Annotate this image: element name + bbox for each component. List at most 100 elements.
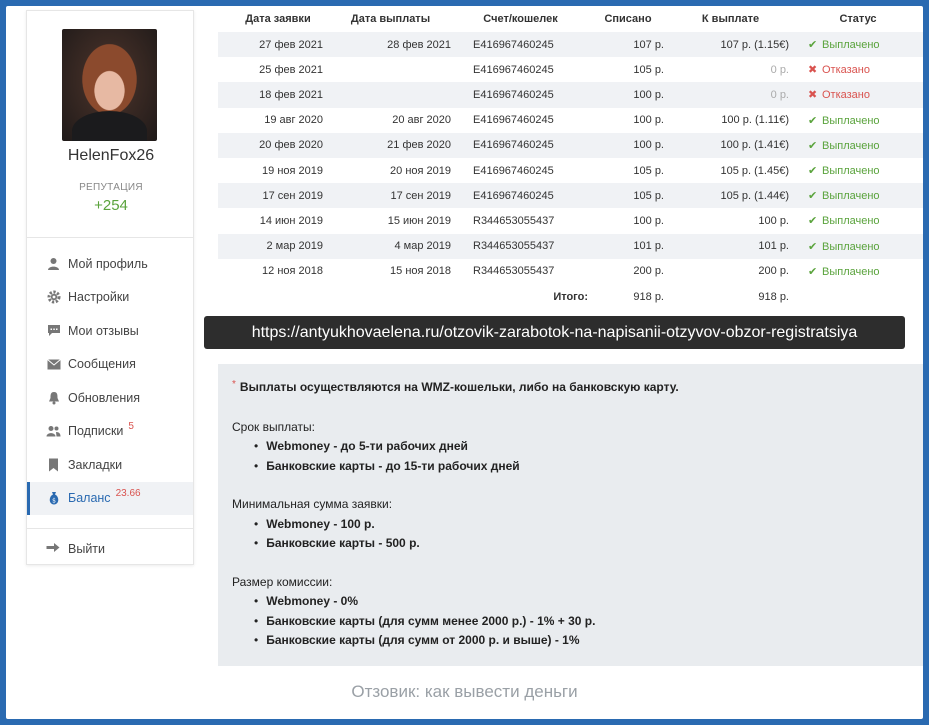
payout-cell: 100 р. (1.11€) — [721, 114, 789, 127]
payout-info-box: * Выплаты осуществляются на WMZ-кошельки,… — [218, 364, 923, 666]
checkmark-icon: ✔ — [808, 139, 818, 152]
wallet-cell: E416967460245 — [473, 38, 554, 51]
sidebar-item-label: Закладки — [68, 457, 123, 472]
charged-cell: 100 р. — [633, 214, 664, 227]
payout-term-block: Срок выплаты: Webmoney - до 5-ти рабочих… — [232, 418, 909, 477]
arrow-right-icon — [46, 541, 61, 556]
status-label: Выплачено — [822, 139, 880, 152]
sidebar-item-profile[interactable]: Мой профиль — [27, 247, 193, 281]
logout-link[interactable]: Выйти — [46, 541, 105, 556]
request-date-cell: 14 июн 2019 — [259, 214, 323, 227]
checkmark-icon: ✔ — [808, 190, 818, 203]
charged-cell: 100 р. — [633, 88, 664, 101]
status-label: Отказано — [822, 64, 870, 77]
checkmark-icon: ✔ — [808, 39, 818, 52]
bookmark-icon — [46, 457, 61, 472]
request-date-cell: 25 фев 2021 — [259, 63, 323, 76]
request-date-cell: 27 фев 2021 — [259, 38, 323, 51]
column-header-status: Статус — [839, 13, 877, 25]
payout-date-cell: 20 ноя 2019 — [390, 164, 451, 177]
sidebar-item-updates[interactable]: Обновления — [27, 381, 193, 415]
checkmark-icon: ✔ — [808, 114, 818, 127]
charged-cell: 200 р. — [633, 265, 664, 278]
cross-icon: ✖ — [808, 64, 818, 77]
payout-date-cell: 17 сен 2019 — [390, 189, 451, 202]
wallet-cell: E416967460245 — [473, 63, 554, 76]
table-row: 18 фев 2021 E416967460245 100 р. 0 р. ✖ Отказ… — [218, 82, 923, 108]
column-header-wallet: Счет/кошелек — [483, 13, 558, 25]
sidebar-item-subscriptions[interactable]: Подписки 5 — [27, 415, 193, 449]
charged-cell: 105 р. — [633, 164, 664, 177]
status-cell: ✔ Выплачено — [789, 189, 923, 202]
status-label: Выплачено — [822, 190, 880, 203]
status-cell: ✔ Выплачено — [789, 214, 923, 227]
request-date-cell: 18 фев 2021 — [259, 88, 323, 101]
table-row: 19 ноя 2019 20 ноя 2019 E416967460245 105 р… — [218, 158, 923, 183]
sidebar-item-label: Настройки — [68, 290, 130, 305]
status-label: Выплачено — [822, 114, 880, 127]
sidebar-item-label: Обновления — [68, 390, 140, 405]
minimum-amount-list: Webmoney - 100 р. Банковские карты - 500… — [232, 515, 909, 554]
column-header-payout-date: Дата выплаты — [350, 13, 431, 25]
asterisk-icon: * — [232, 379, 236, 390]
payout-cell: 105 р. (1.45€) — [720, 164, 790, 177]
wallet-cell: R344653055437 — [473, 240, 555, 253]
wallet-cell: E416967460245 — [473, 164, 554, 177]
subscriptions-count-badge: 5 — [128, 420, 134, 432]
total-label: Итого: — [553, 290, 588, 303]
sidebar-item-settings[interactable]: Настройки — [27, 281, 193, 315]
info-intro: * Выплаты осуществляются на WMZ-кошельки,… — [232, 378, 909, 399]
sidebar-item-messages[interactable]: Сообщения — [27, 348, 193, 382]
status-cell: ✔ Выплачено — [789, 114, 923, 127]
divider — [27, 528, 193, 529]
wallet-cell: R344653055437 — [473, 214, 555, 227]
list-item: Webmoney - до 5-ти рабочих дней — [254, 437, 909, 457]
sidebar-item-balance[interactable]: $ Баланс 23.66 — [27, 481, 193, 515]
request-date-cell: 19 ноя 2019 — [262, 164, 323, 177]
request-date-cell: 17 сен 2019 — [262, 189, 323, 202]
table-row: 12 ноя 2018 15 ноя 2018 R344653055437 200 р… — [218, 259, 923, 284]
status-cell: ✔ Выплачено — [789, 164, 923, 177]
list-item: Webmoney - 0% — [254, 592, 909, 612]
checkmark-icon: ✔ — [808, 215, 818, 228]
request-date-cell: 20 фев 2020 — [259, 139, 323, 152]
bell-icon — [46, 390, 61, 405]
status-cell: ✔ Выплачено — [789, 139, 923, 152]
request-date-cell: 2 мар 2019 — [266, 240, 324, 253]
cross-icon: ✖ — [808, 89, 818, 102]
status-label: Выплачено — [822, 240, 880, 253]
reputation-label: РЕПУТАЦИЯ — [79, 182, 143, 193]
charged-cell: 105 р. — [633, 63, 664, 76]
wallet-cell: E416967460245 — [473, 139, 554, 152]
checkmark-icon: ✔ — [808, 240, 818, 253]
charged-cell: 105 р. — [633, 189, 664, 202]
table-body: 27 фев 2021 28 фев 2021 E416967460245 107 р… — [218, 32, 923, 284]
sidebar-item-bookmarks[interactable]: Закладки — [27, 448, 193, 482]
wallet-cell: E416967460245 — [473, 114, 554, 127]
table-row: 19 авг 2020 20 авг 2020 E416967460245 100 р… — [218, 108, 923, 133]
payout-cell: 100 р. (1.41€) — [720, 139, 790, 152]
reputation-value: +254 — [94, 197, 128, 214]
commission-block: Размер комиссии: Webmoney - 0% Банковски… — [232, 573, 909, 651]
payout-date-cell: 21 фев 2020 — [387, 139, 451, 152]
screenshot-frame: HelenFox26 РЕПУТАЦИЯ +254 Мой профиль На… — [6, 6, 923, 719]
avatar[interactable] — [62, 29, 157, 141]
user-icon — [46, 256, 61, 271]
status-cell: ✔ Выплачено — [789, 265, 923, 278]
payout-cell: 101 р. — [758, 240, 789, 253]
sidebar-item-label: Баланс — [68, 491, 111, 506]
payout-cell: 200 р. — [758, 265, 789, 278]
payout-term-list: Webmoney - до 5-ти рабочих дней Банковск… — [232, 437, 909, 476]
charged-cell: 101 р. — [633, 240, 664, 253]
status-label: Выплачено — [822, 265, 880, 278]
avatar-shirt — [72, 111, 147, 141]
sidebar-item-label: Мой профиль — [68, 256, 148, 271]
username[interactable]: HelenFox26 — [27, 147, 195, 165]
table-row: 27 фев 2021 28 фев 2021 E416967460245 107 р… — [218, 32, 923, 58]
sidebar-item-reviews[interactable]: Мои отзывы — [27, 314, 193, 348]
svg-text:$: $ — [52, 498, 56, 505]
minimum-amount-heading: Минимальная сумма заявки: — [232, 497, 393, 511]
wallet-cell: E416967460245 — [473, 88, 554, 101]
users-icon — [46, 424, 61, 439]
payout-date-cell: 15 ноя 2018 — [390, 265, 451, 278]
